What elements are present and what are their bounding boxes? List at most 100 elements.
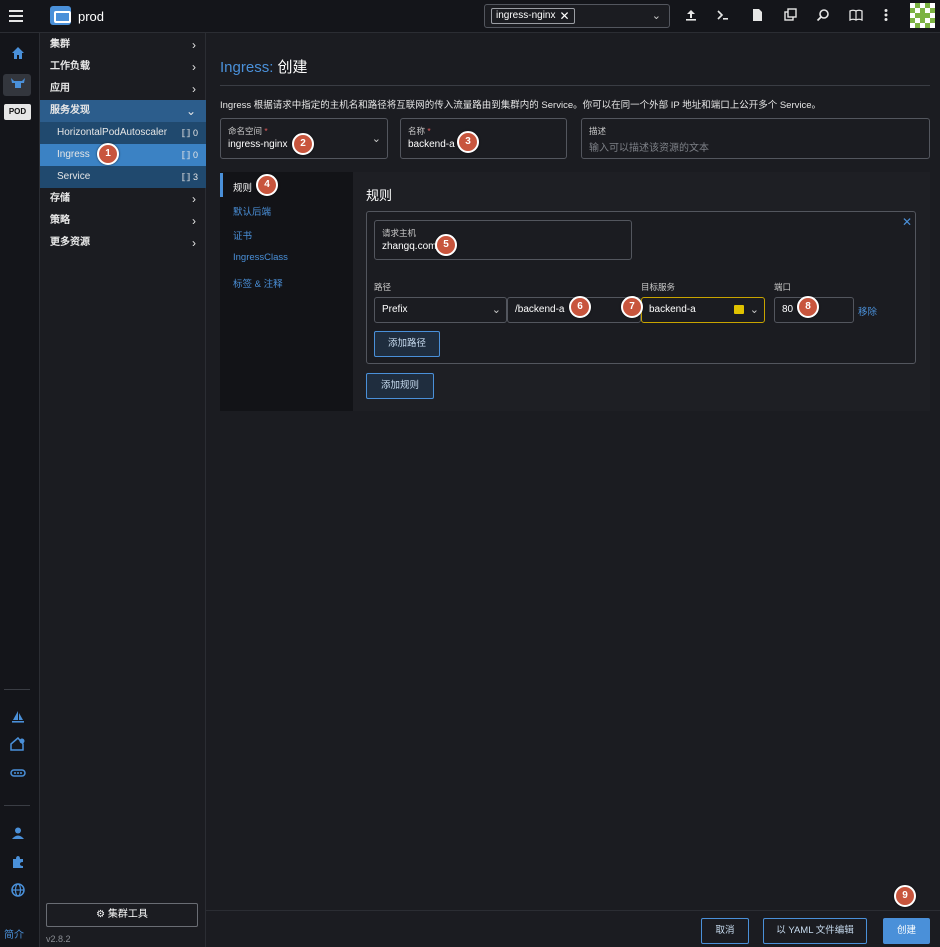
- rail-divider: [4, 689, 30, 690]
- annotation-marker: 3: [457, 131, 479, 153]
- rules-heading: 规则: [366, 188, 393, 203]
- chevron-right-icon: ›: [192, 214, 196, 228]
- add-rule-button[interactable]: 添加规则: [366, 373, 434, 399]
- chevron-down-icon: ⌄: [185, 104, 196, 118]
- pod-cluster-badge[interactable]: POD: [4, 104, 31, 120]
- cancel-button[interactable]: 取消: [701, 918, 749, 944]
- edit-as-yaml-button[interactable]: 以 YAML 文件编辑: [763, 918, 867, 944]
- nav-group-policy[interactable]: 策略 ›: [40, 210, 206, 232]
- nav-group-more-resources[interactable]: 更多资源 ›: [40, 232, 206, 254]
- upload-icon[interactable]: [683, 8, 699, 24]
- field-value: zhangq.com: [382, 241, 437, 252]
- sidebar-item-service[interactable]: Service ⟦⟧ 3: [40, 166, 206, 188]
- name-field[interactable]: 名称 * backend-a: [400, 118, 567, 159]
- rail-divider: [4, 805, 30, 806]
- version-label: v2.8.2: [46, 934, 71, 944]
- chevron-right-icon: ›: [192, 82, 196, 96]
- namespace-chip-label: ingress-nginx: [496, 10, 556, 21]
- field-label-text: 命名空间: [228, 126, 263, 136]
- sidebar-item-ingress[interactable]: Ingress ⟦⟧ 0: [40, 144, 206, 166]
- path-type-select[interactable]: Prefix ⌄: [374, 297, 507, 323]
- user-icon[interactable]: [8, 825, 28, 845]
- chip-remove-icon[interactable]: ✕: [559, 9, 569, 23]
- section-tabs: 规则 默认后端 证书 IngressClass 标签 & 注释: [220, 172, 353, 411]
- cluster-tools-button[interactable]: ⚙ 集群工具: [46, 903, 198, 927]
- tab-rules[interactable]: 规则: [233, 180, 252, 194]
- nav-group-apps[interactable]: 应用 ›: [40, 78, 206, 100]
- tab-certificates[interactable]: 证书: [233, 228, 252, 242]
- annotation-marker: 2: [292, 133, 314, 155]
- chevron-down-icon[interactable]: ⌄: [652, 9, 661, 22]
- namespace-chip: ingress-nginx ✕: [491, 8, 575, 24]
- tab-ingress-class[interactable]: IngressClass: [233, 252, 288, 263]
- annotation-marker: 4: [256, 174, 278, 196]
- field-value: ingress-nginx: [228, 139, 288, 150]
- extension-icon[interactable]: [8, 854, 28, 874]
- target-service-select[interactable]: backend-a ⌄: [641, 297, 765, 323]
- port-value: 80: [782, 304, 794, 315]
- home-icon[interactable]: [8, 45, 28, 65]
- annotation-marker: 5: [435, 234, 457, 256]
- add-path-button[interactable]: 添加路径: [374, 331, 440, 357]
- annotation-marker: 7: [621, 296, 643, 318]
- port-column-label: 端口: [774, 282, 792, 292]
- book-icon[interactable]: [848, 8, 864, 24]
- target-service-column-label: 目标服务: [641, 282, 676, 292]
- icon-rail: POD 简介: [0, 33, 40, 947]
- avatar[interactable]: [910, 3, 935, 28]
- nav-group-cluster[interactable]: 集群 ›: [40, 34, 206, 56]
- nav-group-label: 集群: [50, 39, 70, 50]
- annotation-marker: 8: [797, 296, 819, 318]
- nav-group-label: 工作负载: [50, 61, 90, 72]
- file-icon[interactable]: [749, 8, 765, 24]
- home-gear-icon[interactable]: [8, 736, 28, 756]
- close-icon[interactable]: ✕: [902, 215, 912, 229]
- field-placeholder: 输入可以描述该资源的文本: [589, 143, 709, 154]
- namespace-filter-select[interactable]: ingress-nginx ✕ ⌄: [484, 4, 670, 28]
- more-vert-icon[interactable]: [878, 8, 894, 24]
- annotation-marker: 9: [894, 885, 916, 907]
- description-field[interactable]: 描述 输入可以描述该资源的文本: [581, 118, 930, 159]
- about-link[interactable]: 简介: [4, 926, 24, 941]
- copy-icon[interactable]: [782, 8, 798, 24]
- field-value: backend-a: [408, 139, 455, 150]
- field-label: 命名空间 *: [228, 125, 268, 137]
- nav-group-label: 应用: [50, 83, 70, 94]
- sidebar-item-hpa[interactable]: HorizontalPodAutoscaler ⟦⟧ 0: [40, 122, 206, 144]
- sailboat-icon[interactable]: [8, 709, 28, 729]
- nav-group-storage[interactable]: 存储 ›: [40, 188, 206, 210]
- item-count-value: 0: [192, 128, 198, 138]
- target-service-value: backend-a: [649, 304, 696, 315]
- nav-group-workloads[interactable]: 工作负载 ›: [40, 56, 206, 78]
- remove-path-link[interactable]: 移除: [858, 304, 877, 318]
- path-type-value: Prefix: [382, 304, 408, 315]
- cluster-tools-label: 集群工具: [107, 909, 148, 920]
- nav-group-label: 服务发现: [50, 105, 90, 116]
- menu-icon[interactable]: [9, 10, 23, 22]
- gear-icon: ⚙: [96, 909, 106, 920]
- request-host-field[interactable]: 请求主机 zhangq.com: [374, 220, 632, 260]
- nav-group-service-discovery[interactable]: 服务发现 ⌄: [40, 100, 206, 122]
- page-title-action: 创建: [277, 59, 308, 76]
- field-label: 请求主机: [382, 228, 417, 238]
- tab-default-backend[interactable]: 默认后端: [233, 204, 271, 218]
- cluster-icon[interactable]: [8, 75, 28, 95]
- search-icon[interactable]: [815, 8, 831, 24]
- annotation-marker: 1: [97, 143, 119, 165]
- cluster-name: prod: [78, 9, 105, 24]
- field-label: 名称 *: [408, 125, 431, 137]
- field-label: 描述: [589, 126, 607, 136]
- create-button[interactable]: 创建: [883, 918, 930, 944]
- terminal-icon[interactable]: [715, 8, 731, 24]
- path-value: /backend-a: [515, 304, 565, 315]
- annotation-marker: 6: [569, 296, 591, 318]
- network-icon[interactable]: [8, 765, 28, 785]
- globe-icon[interactable]: [8, 882, 28, 902]
- nav-group-label: 策略: [50, 215, 70, 226]
- tab-labels-annotations[interactable]: 标签 & 注释: [233, 276, 283, 290]
- nav-group-label: 存储: [50, 193, 70, 204]
- cluster-logo-icon: [50, 6, 71, 25]
- warning-icon: [734, 305, 744, 314]
- path-column-label: 路径: [374, 282, 392, 292]
- page-title-resource: Ingress:: [220, 59, 274, 76]
